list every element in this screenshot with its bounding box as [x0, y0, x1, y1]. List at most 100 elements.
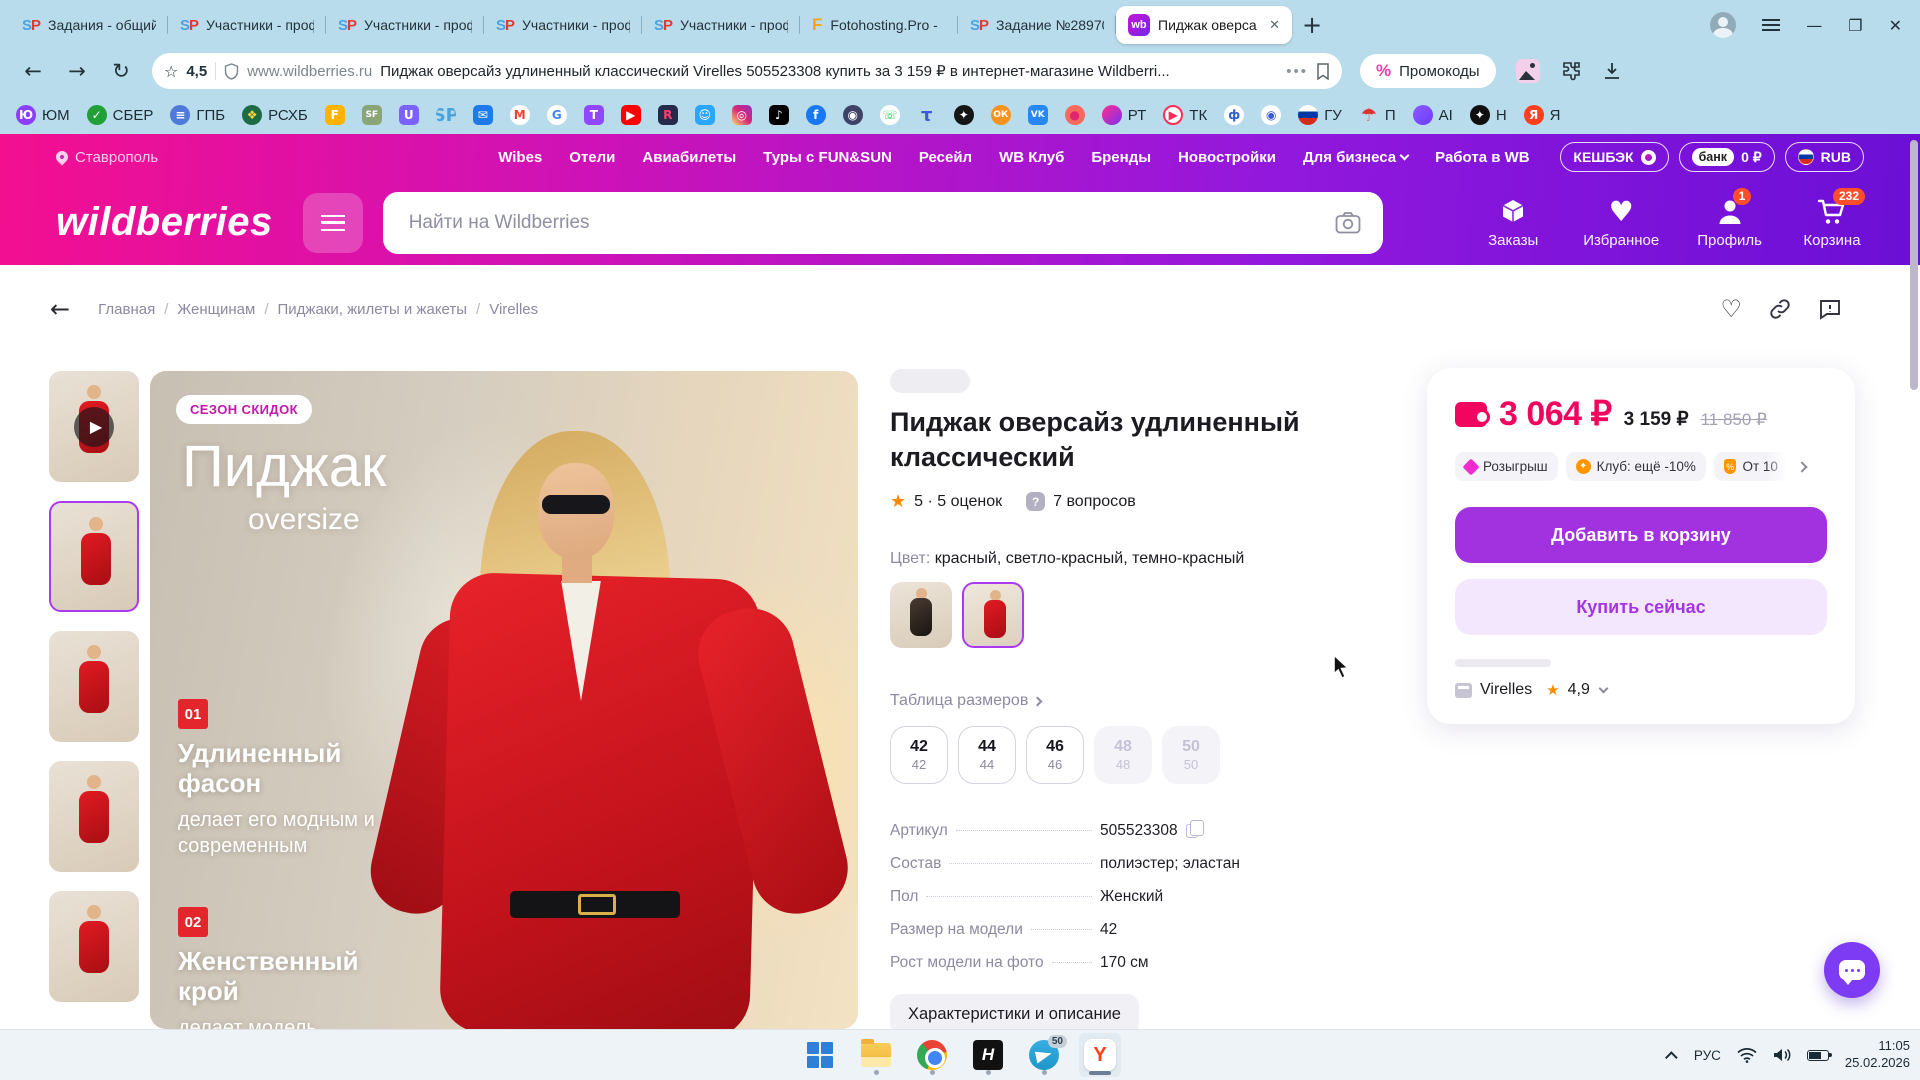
photo-search-camera-icon[interactable] [1335, 211, 1361, 235]
bookmark-tbank[interactable]: ▶ТК [1163, 105, 1207, 125]
browser-tab[interactable]: FFotohosting.Pro - [800, 6, 958, 44]
size-table-link[interactable]: Таблица размеров [890, 692, 1390, 710]
nav-link-3[interactable]: Туры с FUN&SUN [763, 149, 892, 166]
bookmark-facebook[interactable]: f [806, 105, 826, 125]
bookmark-yoomoney[interactable]: ЮЮМ [16, 105, 70, 125]
breadcrumb-item[interactable]: Главная [98, 301, 177, 318]
promo-tag[interactable]: Розыгрыш [1455, 452, 1558, 481]
color-swatch-red[interactable] [962, 582, 1024, 648]
extensions-puzzle-icon[interactable] [1560, 60, 1582, 82]
bank-pill[interactable]: банк 0 ₽ [1679, 142, 1775, 172]
product-photo[interactable]: СЕЗОН СКИДОК Пиджак oversize 01Удлиненны… [150, 371, 858, 1029]
address-bar[interactable]: ☆ 4,5 www.wildberries.ru Пиджак оверсайз… [152, 53, 1342, 89]
file-explorer-button[interactable] [855, 1033, 897, 1077]
favorite-heart-icon[interactable]: ♡ [1720, 295, 1742, 323]
questions-link[interactable]: 7 вопросов [1053, 493, 1136, 511]
forward-button[interactable]: → [58, 59, 96, 83]
battery-icon[interactable] [1807, 1050, 1829, 1061]
browser-tab[interactable]: SPУчастники - проф [642, 6, 800, 44]
address-more-icon[interactable]: ••• [1286, 63, 1308, 80]
header-action-cart[interactable]: 232Корзина [1800, 196, 1864, 249]
bookmark-flag-icon[interactable] [1316, 63, 1330, 80]
color-swatch-dark[interactable] [890, 582, 952, 648]
header-action-orders[interactable]: Заказы [1481, 196, 1545, 249]
bookmark-emblem[interactable]: ◉ [1261, 105, 1281, 125]
yandex-browser-button[interactable]: Y [1079, 1033, 1121, 1077]
nav-link-8[interactable]: Для бизнеса [1303, 149, 1408, 166]
bookmark-twitch[interactable]: T [584, 105, 604, 125]
volume-icon[interactable] [1773, 1047, 1791, 1063]
telegram-button[interactable]: 50 [1023, 1033, 1065, 1077]
chrome-button[interactable] [911, 1033, 953, 1077]
bookmark-gosuslugi[interactable]: ГУ [1298, 105, 1342, 125]
back-arrow-icon[interactable]: ← [50, 295, 70, 323]
keyboard-language[interactable]: РУС [1694, 1048, 1721, 1063]
nav-link-5[interactable]: WB Клуб [999, 149, 1064, 166]
taskbar-clock[interactable]: 11:05 25.02.2026 [1845, 1038, 1910, 1072]
bookmark-sber[interactable]: ✓СБЕР [87, 105, 154, 125]
h-app-button[interactable]: H [967, 1033, 1009, 1077]
copy-icon[interactable] [1186, 824, 1198, 838]
thumbnail-video[interactable]: ▶ [49, 371, 139, 482]
nav-link-2[interactable]: Авиабилеты [642, 149, 736, 166]
size-option-46[interactable]: 4646 [1026, 726, 1084, 784]
search-bar[interactable] [383, 192, 1383, 254]
downloads-icon[interactable] [1602, 61, 1622, 81]
maximize-button[interactable]: ❐ [1848, 16, 1862, 35]
cashback-pill[interactable]: КЕШБЭК [1560, 142, 1668, 172]
thumbnail-image[interactable] [49, 501, 139, 612]
nav-link-4[interactable]: Ресейл [919, 149, 972, 166]
bookmark-tiktok[interactable]: ♪ [769, 105, 789, 125]
thumbnail-image[interactable] [49, 631, 139, 742]
city-selector[interactable]: Ставрополь [56, 149, 158, 166]
header-action-favorites[interactable]: ♥Избранное [1583, 196, 1659, 249]
breadcrumb-item[interactable]: Пиджаки, жилеты и жакеты [278, 301, 490, 318]
bookmark-sf[interactable]: SF [362, 105, 382, 125]
currency-pill[interactable]: RUB [1785, 142, 1864, 172]
browser-tab[interactable]: SPЗадание №28970 [958, 6, 1116, 44]
breadcrumb-item[interactable]: Женщинам [177, 301, 277, 318]
bookmark-yandex[interactable]: ЯЯ [1524, 105, 1561, 125]
page-scrollbar[interactable] [1910, 134, 1918, 1029]
screenshot-icon[interactable] [1516, 59, 1540, 83]
bookmark-lens[interactable]: ◉ [843, 105, 863, 125]
header-action-profile[interactable]: 1Профиль [1697, 196, 1762, 249]
bookmark-t-letter[interactable]: τ [917, 105, 937, 125]
thumbnail-image[interactable] [49, 761, 139, 872]
thumbnail-image[interactable] [49, 891, 139, 1002]
promo-codes-button[interactable]: % Промокоды [1360, 54, 1496, 88]
bookmark-ok[interactable]: ОК [991, 105, 1011, 125]
bookmark-vk[interactable]: VK [1028, 105, 1048, 125]
nav-link-0[interactable]: Wibes [498, 149, 542, 166]
browser-tab[interactable]: SPЗадания - общий [10, 6, 168, 44]
browser-tab[interactable]: SPУчастники - проф [326, 6, 484, 44]
buy-now-button[interactable]: Купить сейчас [1455, 579, 1827, 635]
bookmark-u-service[interactable]: U [399, 105, 419, 125]
tab-close-icon[interactable]: ✕ [1269, 18, 1280, 33]
rating-text[interactable]: 5 · 5 оценок [914, 493, 1002, 511]
bookmark-red-circle[interactable]: ● [1065, 105, 1085, 125]
bookmark-whatsapp[interactable]: ☏ [880, 105, 900, 125]
add-to-cart-button[interactable]: Добавить в корзину [1455, 507, 1827, 563]
bookmark-youtube[interactable]: ▶ [621, 105, 641, 125]
promo-tag[interactable]: %От 10 [1714, 452, 1788, 481]
nav-link-1[interactable]: Отели [569, 149, 615, 166]
scrollbar-thumb[interactable] [1910, 140, 1918, 390]
breadcrumb-item[interactable]: Virelles [489, 301, 538, 318]
bookmark-n-star[interactable]: ✦Н [1470, 105, 1507, 125]
chevron-right-icon[interactable] [1796, 461, 1807, 472]
minimize-button[interactable]: — [1806, 16, 1822, 35]
close-button[interactable]: ✕ [1889, 16, 1902, 35]
bookmark-mail[interactable]: ✉ [473, 105, 493, 125]
bookmark-plus[interactable]: ✦ [954, 105, 974, 125]
reload-button[interactable]: ↻ [102, 59, 140, 83]
search-input[interactable] [383, 192, 1383, 254]
bookmark-sfr[interactable]: ф [1224, 105, 1244, 125]
browser-tab[interactable]: SPУчастники - проф [168, 6, 326, 44]
report-icon[interactable] [1818, 297, 1842, 321]
size-option-42[interactable]: 4242 [890, 726, 948, 784]
site-rating-star-icon[interactable]: ☆ [164, 62, 178, 81]
browser-tab[interactable]: SPУчастники - проф [484, 6, 642, 44]
bookmark-google[interactable]: G [547, 105, 567, 125]
promo-tag[interactable]: ✦Клуб: ещё -10% [1566, 452, 1706, 481]
